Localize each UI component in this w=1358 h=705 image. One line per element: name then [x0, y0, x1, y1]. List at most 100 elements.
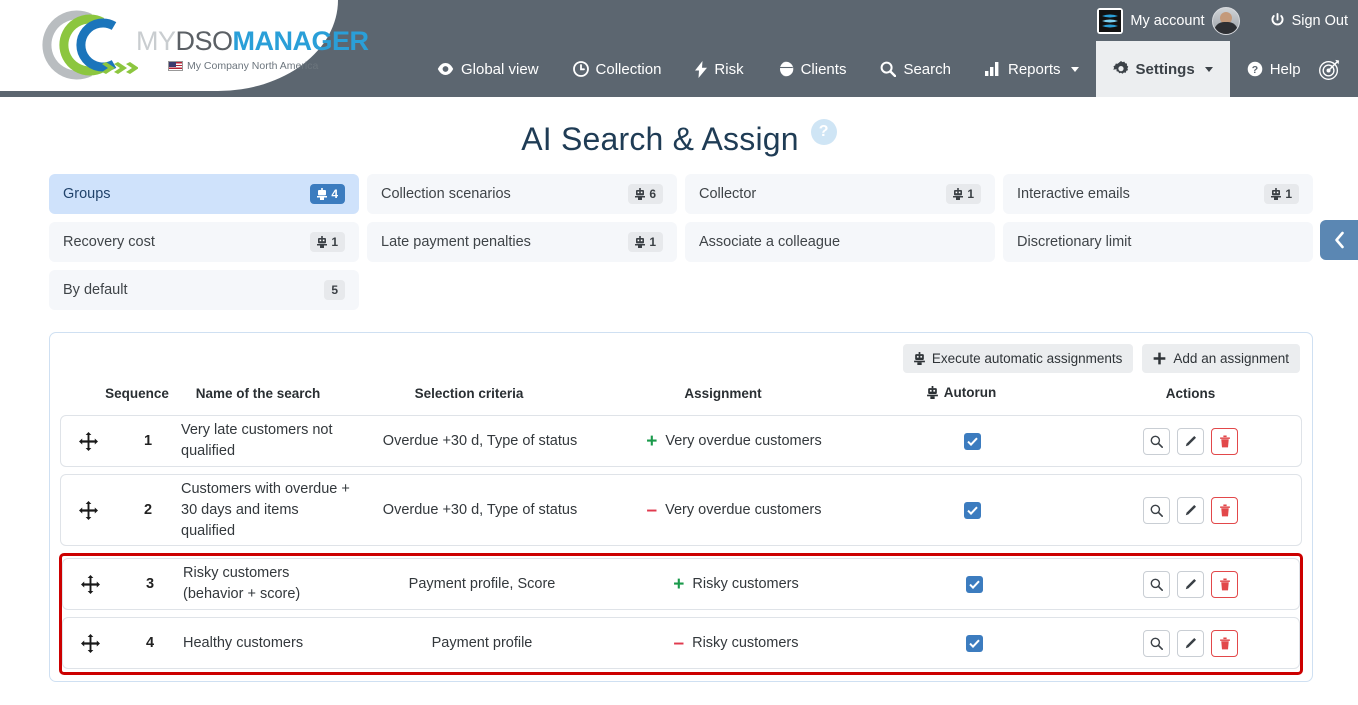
th-assignment: Assignment — [592, 373, 854, 415]
robot-icon — [635, 188, 645, 200]
nav-item-collection[interactable]: Collection — [556, 41, 679, 97]
search-icon — [1150, 637, 1163, 650]
plus-icon: + — [673, 575, 684, 594]
edit-button[interactable] — [1177, 571, 1204, 598]
minus-icon: – — [647, 501, 658, 520]
highlighted-rows-group: 3 Risky customers (behavior + score) Pay… — [59, 553, 1303, 675]
clock-icon — [573, 61, 589, 77]
view-button[interactable] — [1143, 630, 1170, 657]
tab-label: Collector — [699, 186, 946, 202]
logo-dso: DSO — [176, 26, 233, 56]
table-row[interactable]: 2 Customers with overdue + 30 days and i… — [60, 474, 1302, 546]
tab-badge: 6 — [628, 184, 663, 204]
main-navigation: Global view Collection Risk — [338, 41, 1358, 97]
tab-discretionary-limit[interactable]: Discretionary limit — [1003, 222, 1313, 262]
nav-item-settings[interactable]: Settings — [1096, 41, 1230, 97]
nav-label: Risk — [714, 61, 743, 78]
tab-collector[interactable]: Collector 1 — [685, 174, 995, 214]
row-sequence: 4 — [117, 635, 183, 651]
robot-icon — [927, 386, 938, 399]
search-icon — [1150, 435, 1163, 448]
tab-late-payment-penalties[interactable]: Late payment penalties 1 — [367, 222, 677, 262]
add-an-assignment-button[interactable]: Add an assignment — [1142, 344, 1300, 373]
view-button[interactable] — [1143, 428, 1170, 455]
tab-associate-a-colleague[interactable]: Associate a colleague — [685, 222, 995, 262]
nav-item-search[interactable]: Search — [863, 41, 968, 97]
delete-button[interactable] — [1211, 571, 1238, 598]
eye-icon — [437, 62, 454, 76]
avatar[interactable] — [1212, 7, 1240, 35]
row-assignment: + Risky customers — [605, 575, 867, 594]
nav-item-clients[interactable]: Clients — [761, 41, 864, 97]
help-icon[interactable]: ? — [811, 119, 837, 145]
edit-button[interactable] — [1177, 428, 1204, 455]
edit-button[interactable] — [1177, 497, 1204, 524]
tab-label: By default — [63, 282, 324, 298]
search-icon — [1150, 578, 1163, 591]
tab-collection-scenarios[interactable]: Collection scenarios 6 — [367, 174, 677, 214]
execute-automatic-assignments-button[interactable]: Execute automatic assignments — [903, 344, 1134, 373]
row-sequence: 1 — [115, 433, 181, 449]
drag-handle[interactable] — [61, 501, 115, 520]
drag-handle[interactable] — [63, 634, 117, 653]
my-account-label: My account — [1130, 13, 1204, 29]
pencil-icon — [1184, 578, 1197, 591]
tab-groups[interactable]: Groups 4 — [49, 174, 359, 214]
table-header-row: Sequence Name of the search Selection cr… — [50, 373, 1312, 415]
tab-interactive-emails[interactable]: Interactive emails 1 — [1003, 174, 1313, 214]
delete-button[interactable] — [1211, 630, 1238, 657]
tab-label: Interactive emails — [1017, 186, 1264, 202]
tab-badge: 5 — [324, 280, 345, 300]
th-autorun-label: Autorun — [944, 385, 996, 400]
tab-badge: 1 — [310, 232, 345, 252]
account-strip: My account Sign Out — [1097, 0, 1358, 41]
tab-badge: 1 — [946, 184, 981, 204]
drag-handle[interactable] — [61, 432, 115, 451]
drag-handle[interactable] — [63, 575, 117, 594]
th-actions: Actions — [1069, 373, 1312, 415]
tab-recovery-cost[interactable]: Recovery cost 1 — [49, 222, 359, 262]
tab-badge-count: 6 — [649, 187, 656, 201]
plus-icon: + — [646, 432, 657, 451]
table-row[interactable]: 3 Risky customers (behavior + score) Pay… — [62, 558, 1300, 610]
panel-toolbar: Execute automatic assignments Add an ass… — [50, 333, 1312, 373]
th-autorun: Autorun — [854, 373, 1069, 415]
tab-badge-count: 5 — [331, 283, 338, 297]
my-account-link[interactable]: My account — [1097, 7, 1239, 35]
sign-out-link[interactable]: Sign Out — [1270, 13, 1348, 29]
check-icon — [967, 506, 978, 515]
nav-item-global-view[interactable]: Global view — [420, 41, 556, 97]
nav-item-help[interactable]: ? Help — [1230, 41, 1318, 97]
nav-label: Global view — [461, 61, 539, 78]
tab-by-default[interactable]: By default 5 — [49, 270, 359, 310]
bar-chart-icon — [985, 62, 1001, 76]
nav-item-risk[interactable]: Risk — [678, 41, 760, 97]
pencil-icon — [1184, 637, 1197, 650]
table-row[interactable]: 4 Healthy customers Payment profile – Ri… — [62, 617, 1300, 669]
logo-wordmark: MYDSOMANAGER — [136, 26, 369, 57]
search-icon — [880, 61, 896, 77]
us-flag-icon — [168, 61, 183, 71]
row-sequence: 3 — [117, 576, 183, 592]
autorun-checkbox[interactable] — [966, 576, 983, 593]
globe-icon — [778, 61, 794, 77]
nav-item-reports[interactable]: Reports — [968, 41, 1096, 97]
edit-button[interactable] — [1177, 630, 1204, 657]
delete-button[interactable] — [1211, 428, 1238, 455]
collapse-panel-button[interactable] — [1320, 220, 1358, 260]
th-sequence: Sequence — [104, 373, 170, 415]
view-button[interactable] — [1143, 571, 1170, 598]
table-row[interactable]: 1 Very late customers not qualified Over… — [60, 415, 1302, 467]
target-icon[interactable] — [1318, 58, 1341, 81]
move-icon — [79, 501, 98, 520]
check-icon — [967, 437, 978, 446]
delete-button[interactable] — [1211, 497, 1238, 524]
autorun-checkbox[interactable] — [964, 433, 981, 450]
autorun-checkbox[interactable] — [964, 502, 981, 519]
move-icon — [81, 575, 100, 594]
view-button[interactable] — [1143, 497, 1170, 524]
row-assignment: + Very overdue customers — [603, 432, 865, 451]
autorun-checkbox[interactable] — [966, 635, 983, 652]
add-label: Add an assignment — [1173, 351, 1289, 366]
tab-label: Groups — [63, 186, 310, 202]
